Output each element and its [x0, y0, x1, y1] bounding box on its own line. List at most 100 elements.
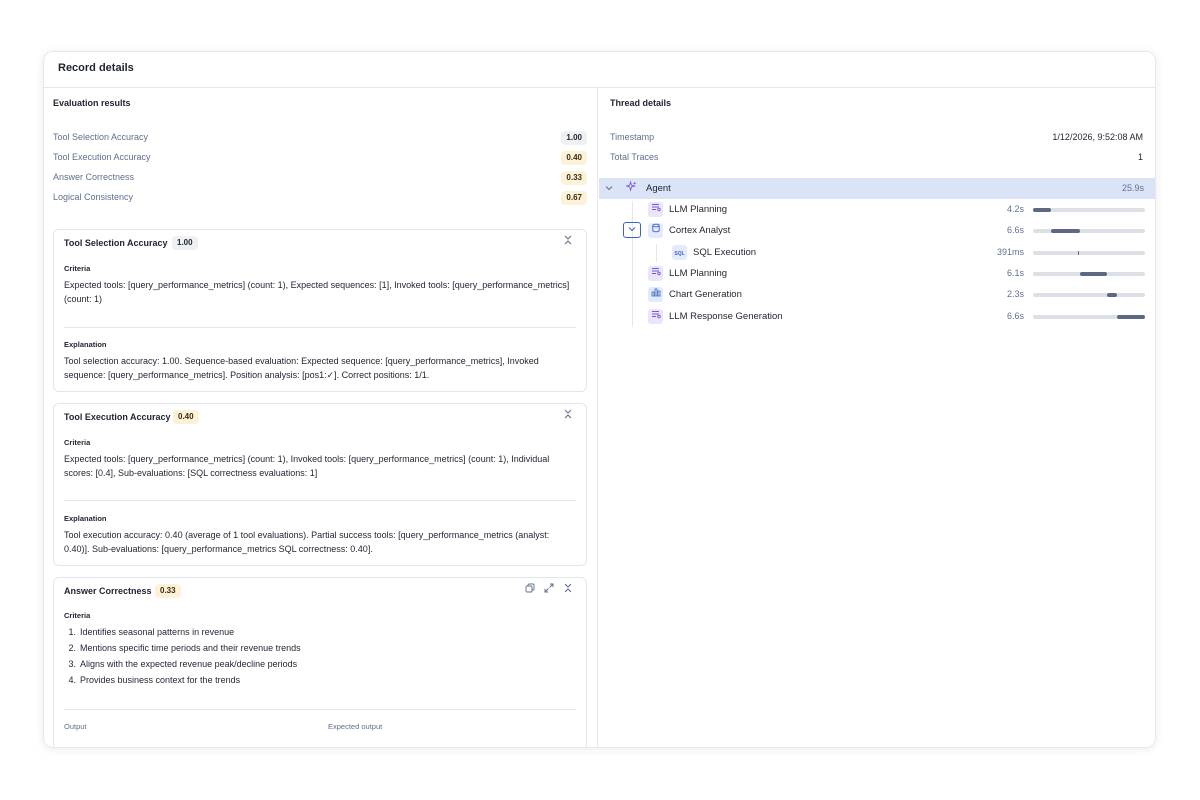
score-badge: 1.00: [561, 131, 587, 145]
timestamp-value: 1/12/2026, 9:52:08 AM: [1052, 132, 1143, 142]
trace-row[interactable]: LLM Planning 6.1s: [599, 263, 1155, 284]
timeline-bar: [1077, 251, 1080, 255]
trace-row-agent[interactable]: Agent 25.9s: [599, 178, 1155, 199]
metric-name: Logical Consistency: [53, 192, 134, 202]
list-item: 4. Provides business context for the tren…: [68, 675, 241, 685]
trace-duration: 2.3s: [1006, 289, 1024, 299]
criteria-text: Expected tools: [query_performance_metri…: [64, 454, 550, 478]
chevron-down-icon[interactable]: [602, 182, 616, 196]
trace-row[interactable]: Cortex Analyst 6.6s: [599, 220, 1155, 241]
database-icon: [648, 223, 663, 238]
score-badge: 0.40: [173, 410, 199, 424]
metric-row: Tool Execution Accuracy 0.40: [53, 151, 587, 165]
card-header: Record details: [44, 52, 1155, 88]
total-traces-row: Total Traces 1: [610, 151, 1143, 165]
timeline-track: [1033, 208, 1145, 212]
expected-output-label: Expected output: [328, 722, 383, 731]
llm-icon: [648, 309, 663, 324]
evaluation-pane[interactable]: Evaluation results Tool Selection Accura…: [44, 88, 598, 747]
collapse-icon[interactable]: [560, 583, 576, 599]
eval-card-tool-execution: Tool Execution Accuracy 0.40 Criteria Ex…: [53, 403, 587, 566]
timeline-bar: [1033, 208, 1051, 212]
collapse-icon[interactable]: [560, 409, 576, 425]
explanation-text: Tool selection accuracy: 1.00. Sequence-…: [64, 356, 539, 380]
output-label: Output: [64, 722, 87, 731]
timeline-track: [1033, 251, 1145, 255]
metric-row: Logical Consistency 0.67: [53, 191, 587, 205]
timeline-bar: [1106, 293, 1117, 297]
metric-row: Tool Selection Accuracy 1.00: [53, 131, 587, 145]
trace-name: SQL Execution: [693, 247, 757, 258]
timestamp-label: Timestamp: [610, 132, 655, 142]
eval-card-header[interactable]: Tool Execution Accuracy 0.40: [54, 404, 586, 430]
divider: [64, 327, 576, 328]
metric-row: Answer Correctness 0.33: [53, 171, 587, 185]
trace-duration: 6.6s: [1006, 311, 1024, 321]
eval-card-title: Answer Correctness: [64, 586, 152, 596]
trace-row[interactable]: SQL SQL Execution 391ms: [599, 242, 1155, 263]
trace-duration: 25.9s: [1121, 183, 1144, 193]
card-title: Record details: [58, 62, 134, 74]
timeline-track: [1033, 315, 1145, 319]
eval-card-header[interactable]: Tool Selection Accuracy 1.00: [54, 230, 586, 256]
trace-name: Cortex Analyst: [669, 225, 731, 236]
eval-card-answer-correctness: Answer Correctness 0.33 Criteria 1. Ident…: [53, 577, 587, 747]
list-item: 3. Aligns with the expected revenue peak/…: [68, 659, 298, 669]
trace-row[interactable]: LLM Response Generation 6.6s: [599, 306, 1155, 327]
score-badge: 1.00: [172, 236, 198, 250]
record-details-card: Record details Evaluation results Tool S…: [43, 51, 1156, 748]
trace-name: LLM Planning: [669, 268, 728, 279]
metric-name: Tool Selection Accuracy: [53, 132, 149, 142]
trace-duration: 4.2s: [1006, 204, 1024, 214]
thread-title: Thread details: [610, 98, 672, 108]
copy-icon[interactable]: [522, 583, 538, 599]
thread-pane[interactable]: Thread details Timestamp 1/12/2026, 9:52…: [599, 88, 1155, 747]
chevron-down-icon[interactable]: [623, 222, 641, 238]
metric-name: Tool Execution Accuracy: [53, 152, 151, 162]
divider: [64, 500, 576, 501]
llm-icon: [648, 266, 663, 281]
explanation-text: Tool execution accuracy: 0.40 (average o…: [64, 530, 550, 554]
criteria-label: Criteria: [64, 438, 91, 447]
trace-name: LLM Response Generation: [669, 311, 783, 322]
timeline-bar: [1117, 315, 1145, 319]
explanation-label: Explanation: [64, 340, 107, 349]
eval-card-title: Tool Selection Accuracy: [64, 238, 168, 248]
collapse-icon[interactable]: [560, 235, 576, 251]
explanation-label: Explanation: [64, 514, 107, 523]
trace-row[interactable]: LLM Planning 4.2s: [599, 199, 1155, 220]
total-traces-label: Total Traces: [610, 152, 659, 162]
total-traces-value: 1: [1137, 152, 1143, 162]
eval-card-header[interactable]: Answer Correctness 0.33: [54, 578, 586, 604]
trace-duration: 6.1s: [1006, 268, 1024, 278]
trace-name: Agent: [646, 183, 671, 194]
criteria-label: Criteria: [64, 264, 91, 273]
expand-icon[interactable]: [541, 583, 557, 599]
metric-name: Answer Correctness: [53, 172, 135, 182]
trace-name: LLM Planning: [669, 204, 728, 215]
chart-icon: [648, 287, 663, 302]
timeline-bar: [1080, 272, 1107, 276]
score-badge: 0.40: [561, 151, 587, 165]
llm-icon: [648, 202, 663, 217]
sparkle-icon: [624, 180, 639, 196]
sql-icon: SQL: [672, 245, 687, 260]
divider: [64, 709, 576, 710]
timeline-track: [1033, 272, 1145, 276]
trace-name: Chart Generation: [669, 289, 742, 300]
criteria-label: Criteria: [64, 611, 91, 620]
timeline-track: [1033, 229, 1145, 233]
score-badge: 0.33: [155, 584, 181, 598]
trace-row[interactable]: Chart Generation 2.3s: [599, 284, 1155, 305]
timeline-bar: [1050, 229, 1081, 233]
evaluation-title: Evaluation results: [53, 98, 131, 108]
score-badge: 0.33: [561, 171, 587, 185]
trace-duration: 6.6s: [1006, 225, 1024, 235]
score-badge: 0.67: [561, 191, 587, 205]
timestamp-row: Timestamp 1/12/2026, 9:52:08 AM: [610, 131, 1143, 145]
trace-duration: 391ms: [996, 247, 1024, 257]
criteria-list: 1. Identifies seasonal patterns in revenu…: [64, 624, 301, 688]
list-item: 2. Mentions specific time periods and the…: [68, 643, 301, 653]
eval-card-tool-selection: Tool Selection Accuracy 1.00 Criteria Ex…: [53, 229, 587, 392]
criteria-text: Expected tools: [query_performance_metri…: [64, 280, 570, 304]
